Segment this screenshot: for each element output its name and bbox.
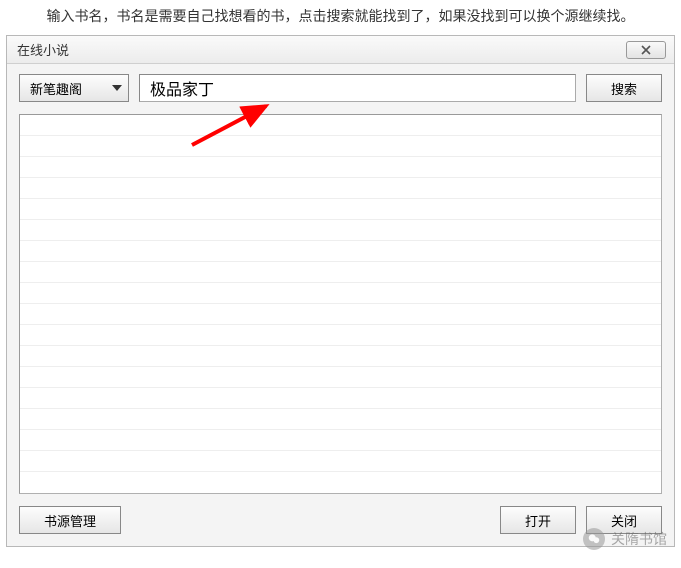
instruction-text: 输入书名，书名是需要自己找想看的书，点击搜索就能找到了，如果没找到可以换个源继续… [0, 0, 681, 31]
online-novel-window: 在线小说 新笔趣阁 搜索 [6, 35, 675, 547]
list-item [20, 325, 661, 346]
list-item [20, 199, 661, 220]
list-item [20, 367, 661, 388]
bottom-button-row: 书源管理 打开 关闭 [19, 506, 662, 534]
list-item [20, 115, 661, 136]
close-icon [641, 45, 651, 55]
close-button[interactable]: 关闭 [586, 506, 662, 534]
book-name-input[interactable] [139, 74, 576, 102]
window-title: 在线小说 [17, 40, 69, 59]
source-dropdown[interactable]: 新笔趣阁 [19, 74, 129, 102]
list-item [20, 346, 661, 367]
list-item [20, 241, 661, 262]
list-item [20, 283, 661, 304]
list-item [20, 136, 661, 157]
search-row: 新笔趣阁 搜索 [19, 74, 662, 102]
manage-sources-button[interactable]: 书源管理 [19, 506, 121, 534]
list-item [20, 157, 661, 178]
list-item [20, 262, 661, 283]
window-body: 新笔趣阁 搜索 [7, 64, 674, 546]
source-selected-label: 新笔趣阁 [30, 79, 82, 98]
list-item [20, 409, 661, 430]
list-item [20, 220, 661, 241]
results-list[interactable] [20, 115, 661, 493]
search-button[interactable]: 搜索 [586, 74, 662, 102]
window-titlebar: 在线小说 [7, 36, 674, 64]
window-close-button[interactable] [626, 41, 666, 59]
chevron-down-icon [112, 85, 122, 91]
list-item [20, 178, 661, 199]
list-item [20, 304, 661, 325]
list-item [20, 388, 661, 409]
results-panel [19, 114, 662, 494]
bottom-right-group: 打开 关闭 [500, 506, 662, 534]
list-item [20, 451, 661, 472]
list-item [20, 430, 661, 451]
open-button[interactable]: 打开 [500, 506, 576, 534]
